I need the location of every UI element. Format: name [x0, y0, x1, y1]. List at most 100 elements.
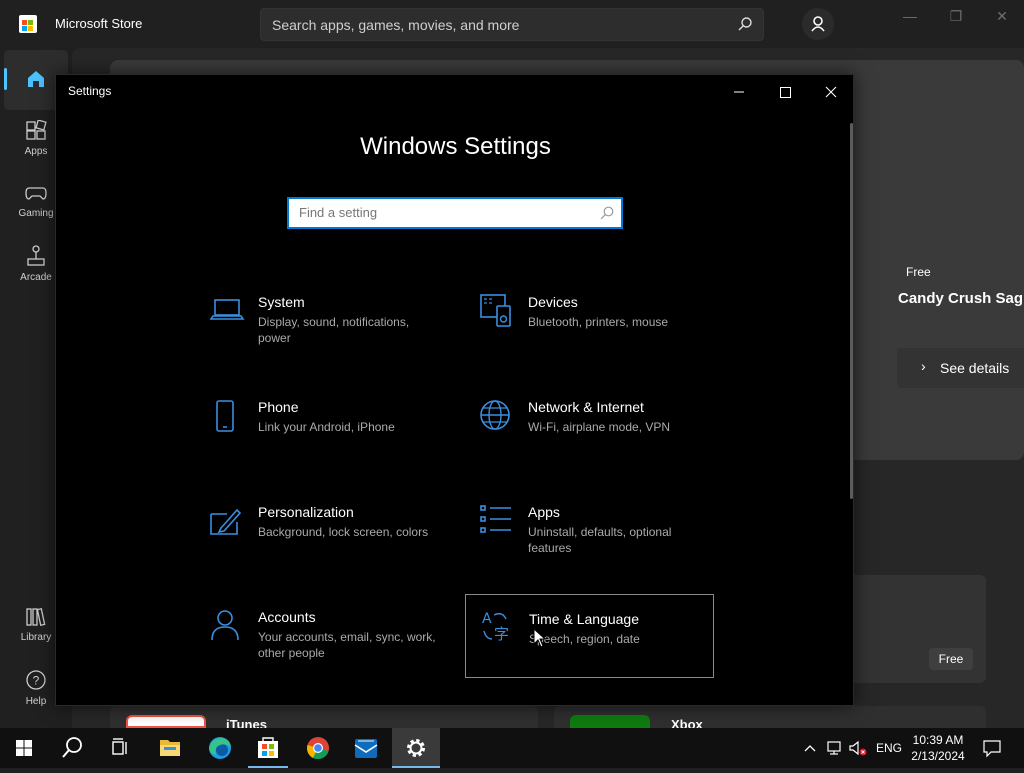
search-icon: [62, 737, 82, 758]
store-bag-icon: [258, 737, 278, 758]
svg-text:?: ?: [33, 674, 40, 688]
notifications-icon[interactable]: [982, 738, 1002, 758]
mail-icon: [354, 739, 378, 758]
chevron-up-icon[interactable]: [802, 740, 818, 756]
tile-description: Uninstall, defaults, optional features: [528, 525, 672, 555]
tile-title: Apps: [528, 504, 560, 520]
clock-time: 10:39 AM: [912, 733, 964, 747]
hero-price: Free: [906, 265, 931, 279]
network-icon[interactable]: [826, 739, 844, 757]
taskbar-edge[interactable]: [196, 728, 244, 768]
time-language-icon: A字: [482, 611, 509, 643]
tile-system[interactable]: System Display, sound, notifications, po…: [209, 294, 458, 378]
start-button[interactable]: [0, 728, 48, 768]
tile-accounts[interactable]: Accounts Your accounts, email, sync, wor…: [209, 609, 458, 693]
tile-personalization[interactable]: Personalization Background, lock screen,…: [209, 504, 458, 588]
store-restore-icon[interactable]: ❐: [942, 8, 970, 26]
store-close-icon[interactable]: ✕: [988, 8, 1016, 26]
search-icon[interactable]: [737, 16, 753, 32]
phone-icon: [216, 400, 234, 432]
tile-description: Display, sound, notifications, power: [258, 315, 410, 345]
nav-arcade-label: Arcade: [20, 272, 52, 283]
svg-text:字: 字: [494, 625, 509, 643]
tile-phone[interactable]: Phone Link your Android, iPhone: [209, 399, 458, 483]
person-icon: [211, 610, 239, 641]
see-details-button[interactable]: › See details: [897, 348, 1024, 388]
tile-title: Personalization: [258, 504, 354, 520]
settings-window-title: Settings: [68, 84, 112, 98]
apps-grid-icon: [26, 120, 47, 140]
nav-library-label: Library: [20, 632, 52, 643]
maximize-icon: [780, 87, 791, 98]
apps-list-icon: [480, 505, 511, 533]
clock[interactable]: 10:39 AM 2/13/2024: [905, 732, 971, 764]
account-avatar-icon[interactable]: [802, 8, 834, 40]
close-button[interactable]: [808, 79, 854, 105]
devices-icon: [480, 294, 511, 327]
tile-description: Your accounts, email, sync, work, other …: [258, 630, 436, 660]
xbox-icon: [570, 715, 650, 728]
joystick-icon: [27, 245, 45, 266]
taskbar-mail[interactable]: [342, 728, 390, 768]
paint-icon: [210, 508, 242, 535]
tile-apps[interactable]: Apps Uninstall, defaults, optional featu…: [479, 504, 728, 588]
taskbar-microsoft-store[interactable]: [244, 728, 292, 768]
home-icon: [28, 71, 44, 87]
close-icon: [825, 86, 837, 98]
tile-devices[interactable]: Devices Bluetooth, printers, mouse: [479, 294, 728, 378]
scrollbar[interactable]: [850, 123, 853, 499]
find-setting-placeholder: Find a setting: [299, 205, 378, 220]
task-view-button[interactable]: [96, 728, 144, 768]
tile-time-language[interactable]: A字 Time & Language Speech, region, date: [465, 594, 714, 678]
store-titlebar: Microsoft Store Search apps, games, movi…: [0, 0, 1024, 48]
help-icon: ?: [26, 670, 46, 690]
taskbar: ENG 10:39 AM 2/13/2024: [0, 728, 1024, 768]
gamepad-icon: [25, 187, 47, 200]
volume-muted-icon[interactable]: [848, 739, 868, 757]
tile-description: Background, lock screen, colors: [258, 525, 429, 539]
nav-gaming-label: Gaming: [18, 208, 54, 219]
store-minimize-icon[interactable]: —: [896, 8, 924, 26]
tile-title: Network & Internet: [528, 399, 644, 415]
svg-text:A: A: [482, 611, 492, 627]
clock-date: 2/13/2024: [911, 749, 965, 763]
mouse-cursor-icon: [533, 628, 547, 648]
globe-icon: [480, 400, 510, 430]
edge-icon: [209, 737, 231, 759]
input-language-indicator[interactable]: ENG: [876, 741, 902, 755]
tile-description: Link your Android, iPhone: [258, 420, 395, 434]
taskbar-settings[interactable]: [392, 728, 440, 768]
nav-apps-label: Apps: [24, 146, 48, 157]
laptop-icon: [209, 299, 245, 320]
gear-icon: [407, 739, 425, 757]
store-search-placeholder: Search apps, games, movies, and more: [272, 17, 520, 33]
nav-help-label: Help: [25, 696, 47, 707]
hero-title: Candy Crush Sag: [898, 290, 1024, 307]
taskbar-search-button[interactable]: [48, 728, 96, 768]
store-logo-icon: [19, 15, 37, 33]
maximize-button[interactable]: [762, 79, 808, 105]
task-view-icon: [112, 738, 127, 755]
tile-network[interactable]: Network & Internet Wi-Fi, airplane mode,…: [479, 399, 728, 483]
find-setting-input[interactable]: Find a setting: [287, 197, 623, 229]
tile-title: Time & Language: [529, 611, 639, 627]
taskbar-file-explorer[interactable]: [146, 728, 194, 768]
store-app-title: Microsoft Store: [55, 16, 143, 31]
minimize-icon: [734, 91, 744, 93]
store-search-input[interactable]: Search apps, games, movies, and more: [260, 8, 764, 41]
chrome-icon: [307, 737, 329, 760]
taskbar-chrome[interactable]: [294, 728, 342, 768]
chevron-right-icon: ›: [921, 358, 926, 374]
page-title: Windows Settings: [360, 133, 551, 160]
folder-icon: [160, 740, 180, 756]
app-card-price: Free: [929, 648, 973, 670]
minimize-button[interactable]: [716, 79, 762, 105]
tile-description: Speech, region, date: [529, 632, 640, 646]
tile-title: Phone: [258, 399, 299, 415]
tile-title: Devices: [528, 294, 578, 310]
see-details-label: See details: [940, 360, 1010, 376]
tile-description: Bluetooth, printers, mouse: [528, 315, 669, 329]
settings-window: Settings Windows Settings Find a setting…: [55, 74, 854, 706]
library-icon: [26, 607, 46, 627]
tile-title: System: [258, 294, 305, 310]
